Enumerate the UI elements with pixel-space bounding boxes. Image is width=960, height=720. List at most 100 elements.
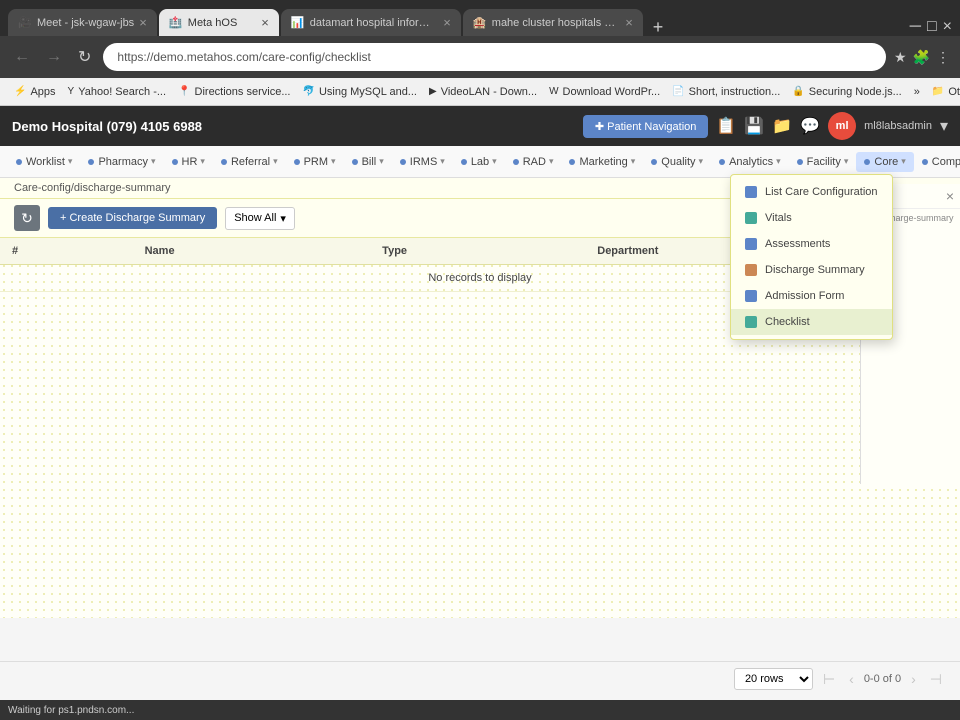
browser-close-icon[interactable]: × [943,18,952,36]
tab-datamart[interactable]: 📊 datamart hospital information... × [281,9,461,36]
status-text: Waiting for ps1.pndsn.com... [8,705,134,716]
menu-facility-label: Facility [807,156,841,168]
menu-analytics[interactable]: Analytics ▾ [711,152,789,172]
tab-favicon-mahe: 🏨 [473,16,487,30]
refresh-button[interactable]: ↻ [14,205,40,231]
list-care-config-icon [745,186,757,198]
tab-title-metahos: Meta hOS [188,17,256,29]
bookmark-other[interactable]: 📁 Other Bookmarks [926,84,960,100]
menu-bill[interactable]: Bill ▾ [344,152,392,172]
clipboard-icon[interactable]: 📋 [716,116,736,136]
user-label[interactable]: ml8labsadmin [864,120,932,132]
status-bar: Waiting for ps1.pndsn.com... [0,700,960,720]
core-arrow: ▾ [901,156,906,167]
bill-arrow: ▾ [379,156,384,167]
yahoo-favicon: Y [68,86,75,97]
pharmacy-arrow: ▾ [151,156,156,167]
patient-navigation-button[interactable]: ✚ Patient Navigation [583,115,709,138]
dropdown-checklist[interactable]: Checklist [731,309,892,335]
refresh-button[interactable]: ↻ [74,45,95,69]
rad-arrow: ▾ [549,156,554,167]
tab-meet[interactable]: 🎥 Meet - jsk-wgaw-jbs × [8,9,157,36]
last-page-button[interactable]: ⊣ [926,669,946,690]
save-icon[interactable]: 💾 [744,116,764,136]
minimize-icon[interactable]: ─ [910,18,921,36]
tab-title-meet: Meet - jsk-wgaw-jbs [37,17,134,29]
menu-comps[interactable]: Comps ▾ [914,152,960,172]
securing-favicon: 🔒 [792,86,804,97]
quality-arrow: ▾ [699,156,704,167]
star-icon[interactable]: ★ [894,49,907,66]
show-all-select[interactable]: Show All ▾ [225,207,295,230]
hr-dot [172,159,178,165]
bookmark-apps[interactable]: ⚡ Apps [8,84,62,100]
facility-arrow: ▾ [844,156,849,167]
tab-mahe[interactable]: 🏨 mahe cluster hospitals ehr rec... × [463,9,643,36]
dropdown-assessments[interactable]: Assessments [731,231,892,257]
bookmark-short[interactable]: 📄 Short, instruction... [666,84,786,100]
maximize-icon[interactable]: □ [927,18,937,36]
tab-close-meet[interactable]: × [139,15,147,30]
menu-hr-label: HR [182,156,198,168]
page-info: 0-0 of 0 [864,673,901,685]
avatar[interactable]: ml [828,112,856,140]
rad-dot [513,159,519,165]
referral-arrow: ▾ [273,156,278,167]
tab-close-metahos[interactable]: × [261,15,269,30]
next-page-button[interactable]: › [907,669,920,689]
user-menu-arrow[interactable]: ▾ [940,116,948,136]
comps-dot [922,159,928,165]
menu-core-label: Core [874,156,898,168]
menu-marketing[interactable]: Marketing ▾ [561,152,643,172]
bookmark-videolan[interactable]: ▶ VideoLAN - Down... [423,84,543,100]
menu-pharmacy[interactable]: Pharmacy ▾ [80,152,163,172]
referral-dot [221,159,227,165]
menu-quality[interactable]: Quality ▾ [643,152,711,172]
menu-worklist[interactable]: Worklist ▾ [8,152,80,172]
menu-hr[interactable]: HR ▾ [164,152,213,172]
chat-icon[interactable]: 💬 [800,116,820,136]
forward-button[interactable]: → [42,46,66,68]
menu-rad[interactable]: RAD ▾ [505,152,562,172]
tab-favicon-metahos: 🏥 [169,16,183,30]
bookmark-more[interactable]: » [908,84,926,100]
bookmark-wordpress[interactable]: W Download WordPr... [543,84,666,100]
extensions-icon[interactable]: 🧩 [913,49,930,66]
bookmark-directions[interactable]: 📍 Directions service... [172,84,296,100]
menu-core[interactable]: Core ▾ [856,152,913,172]
close-right-panel-button[interactable]: × [946,188,954,204]
hr-arrow: ▾ [200,156,205,167]
create-discharge-summary-button[interactable]: + Create Discharge Summary [48,207,217,229]
menu-facility[interactable]: Facility ▾ [789,152,857,172]
wordpress-favicon: W [549,86,558,97]
rows-per-page-select[interactable]: 10 rows 20 rows 50 rows 100 rows [734,668,813,690]
menu-referral[interactable]: Referral ▾ [213,152,286,172]
bookmark-yahoo[interactable]: Y Yahoo! Search -... [62,84,173,100]
menu-rad-label: RAD [523,156,546,168]
pharmacy-dot [88,159,94,165]
prev-page-button[interactable]: ‹ [845,669,858,689]
tab-favicon-datamart: 📊 [291,16,305,30]
folder-icon[interactable]: 📁 [772,116,792,136]
first-page-button[interactable]: ⊢ [819,669,839,690]
menu-prm[interactable]: PRM ▾ [286,152,344,172]
dropdown-vitals[interactable]: Vitals [731,205,892,231]
checklist-icon [745,316,757,328]
menu-irms[interactable]: IRMS ▾ [392,152,453,172]
dropdown-checklist-label: Checklist [765,316,810,328]
new-tab-button[interactable]: + [645,18,672,36]
menu-quality-label: Quality [661,156,695,168]
tab-close-datamart[interactable]: × [443,15,451,30]
bookmark-securing[interactable]: 🔒 Securing Node.js... [786,84,907,100]
menu-lab[interactable]: Lab ▾ [453,152,505,172]
tab-metahos[interactable]: 🏥 Meta hOS × [159,9,279,36]
bookmark-mysql[interactable]: 🐬 Using MySQL and... [297,84,423,100]
tab-close-mahe[interactable]: × [625,15,633,30]
dropdown-discharge-summary[interactable]: Discharge Summary [731,257,892,283]
menu-bill-label: Bill [362,156,377,168]
back-button[interactable]: ← [10,46,34,68]
url-input[interactable]: https://demo.metahos.com/care-config/che… [103,43,886,71]
dropdown-list-care-config[interactable]: List Care Configuration [731,179,892,205]
dropdown-admission-form[interactable]: Admission Form [731,283,892,309]
settings-icon[interactable]: ⋮ [936,49,950,66]
